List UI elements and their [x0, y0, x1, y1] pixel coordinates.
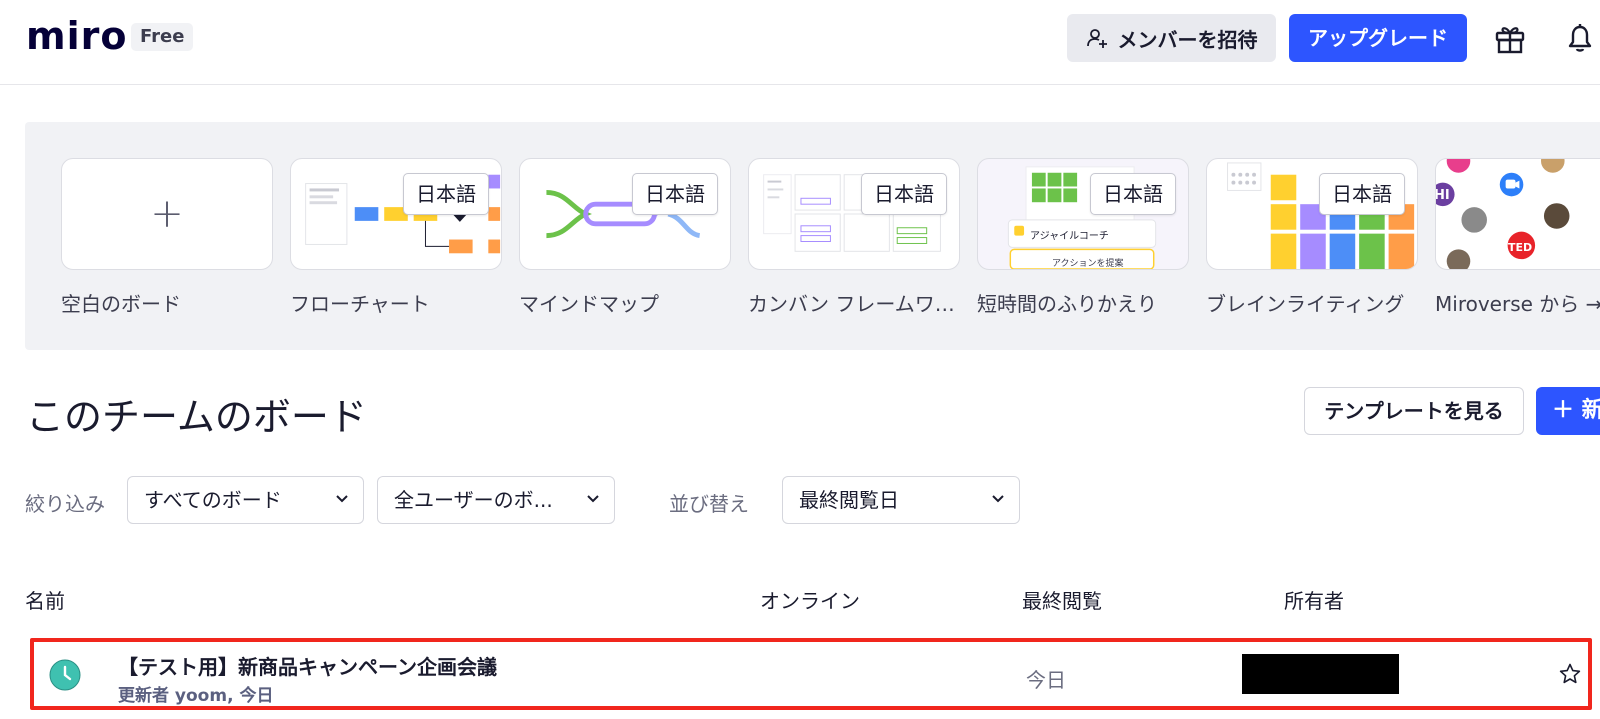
template-card[interactable]: 日本語 — [290, 158, 502, 270]
language-tag: 日本語 — [1319, 173, 1405, 215]
column-header-name[interactable]: 名前 — [25, 585, 65, 614]
owner-redacted — [1242, 654, 1399, 694]
new-board-button[interactable]: ＋ 新 — [1536, 387, 1600, 435]
plus-icon: + — [150, 191, 184, 237]
add-user-icon — [1086, 29, 1107, 48]
language-tag: 日本語 — [861, 173, 947, 215]
template-kanban[interactable]: 日本語 カンバン フレームワーク — [748, 158, 963, 317]
miroverse-thumbnail-text-1: HI — [1435, 188, 1450, 203]
sort-label: 並び替え — [669, 492, 749, 516]
template-blank-board[interactable]: + 空白のボード — [61, 158, 273, 317]
language-tag: 日本語 — [403, 173, 489, 215]
top-header: miro Free メンバーを招待 アップグレード — [0, 0, 1600, 85]
miroverse-thumbnail-text-2: TED — [1508, 241, 1533, 254]
upgrade-button[interactable]: アップグレード — [1289, 14, 1467, 62]
template-mindmap[interactable]: 日本語 マインドマップ — [519, 158, 731, 317]
template-miroverse[interactable]: HI TED Miroverse から → — [1435, 158, 1600, 317]
template-gallery: + 空白のボード 日本語 フローチャート 日本語 マインドマップ 日本語 カンバ… — [25, 122, 1600, 350]
chevron-down-icon — [587, 495, 599, 503]
template-retrospective[interactable]: アジャイルコーチ アクションを提案 日本語 短時間のふりかえり — [977, 158, 1189, 317]
template-card[interactable]: HI TED — [1435, 158, 1600, 270]
retro-thumbnail-text-2: アクションを提案 — [1052, 259, 1124, 269]
template-card[interactable]: 日本語 — [748, 158, 960, 270]
column-header-online: オンライン — [760, 589, 860, 613]
language-tag: 日本語 — [1090, 173, 1176, 215]
owner-filter-value: 全ユーザーのボ... — [394, 488, 553, 512]
chevron-down-icon — [992, 495, 1004, 503]
page-title: このチームのボード — [26, 395, 367, 439]
miro-logo[interactable]: miro — [26, 14, 127, 58]
template-card[interactable]: アジャイルコーチ アクションを提案 日本語 — [977, 158, 1189, 270]
table-row[interactable]: 【テスト用】新商品キャンペーン企画会議 更新者 yoom, 今日 今日 — [30, 638, 1592, 710]
owner-filter-select[interactable]: 全ユーザーのボ... — [377, 476, 615, 524]
filter-label: 絞り込み — [25, 492, 105, 516]
chevron-down-icon — [336, 495, 348, 503]
template-label: ブレインライティング — [1206, 292, 1405, 316]
sort-value: 最終閲覧日 — [799, 488, 899, 512]
template-card[interactable]: 日本語 — [519, 158, 731, 270]
template-label: Miroverse から → — [1435, 292, 1600, 316]
board-name[interactable]: 【テスト用】新商品キャンペーン企画会議 — [118, 651, 497, 680]
invite-members-label: メンバーを招待 — [1117, 27, 1258, 52]
template-flowchart[interactable]: 日本語 フローチャート — [290, 158, 502, 317]
language-tag: 日本語 — [632, 173, 718, 215]
template-label: マインドマップ — [519, 292, 659, 316]
template-brainwriting[interactable]: 日本語 ブレインライティング — [1206, 158, 1418, 317]
board-filter-value: すべてのボード — [144, 488, 282, 512]
template-label: 短時間のふりかえり — [977, 292, 1157, 316]
retro-thumbnail-text-1: アジャイルコーチ — [1030, 231, 1109, 242]
board-last-viewed: 今日 — [1026, 668, 1066, 692]
template-card[interactable]: + — [61, 158, 273, 270]
template-card[interactable]: 日本語 — [1206, 158, 1418, 270]
template-label: カンバン フレームワーク — [748, 292, 963, 316]
bell-icon[interactable] — [1562, 20, 1598, 56]
template-label: 空白のボード — [61, 292, 181, 316]
plan-badge: Free — [131, 23, 194, 51]
board-updated-by: 更新者 yoom, 今日 — [118, 686, 274, 706]
sort-select[interactable]: 最終閲覧日 — [782, 476, 1020, 524]
view-templates-button[interactable]: テンプレートを見る — [1304, 387, 1524, 435]
board-filter-select[interactable]: すべてのボード — [127, 476, 364, 524]
star-icon[interactable] — [1558, 662, 1582, 686]
template-label: フローチャート — [290, 292, 430, 316]
gift-icon[interactable] — [1493, 22, 1527, 56]
clock-icon — [49, 659, 81, 691]
column-header-owner[interactable]: 所有者 — [1284, 585, 1344, 614]
column-header-last-viewed[interactable]: 最終閲覧 — [1022, 585, 1102, 614]
invite-members-button[interactable]: メンバーを招待 — [1067, 14, 1276, 62]
